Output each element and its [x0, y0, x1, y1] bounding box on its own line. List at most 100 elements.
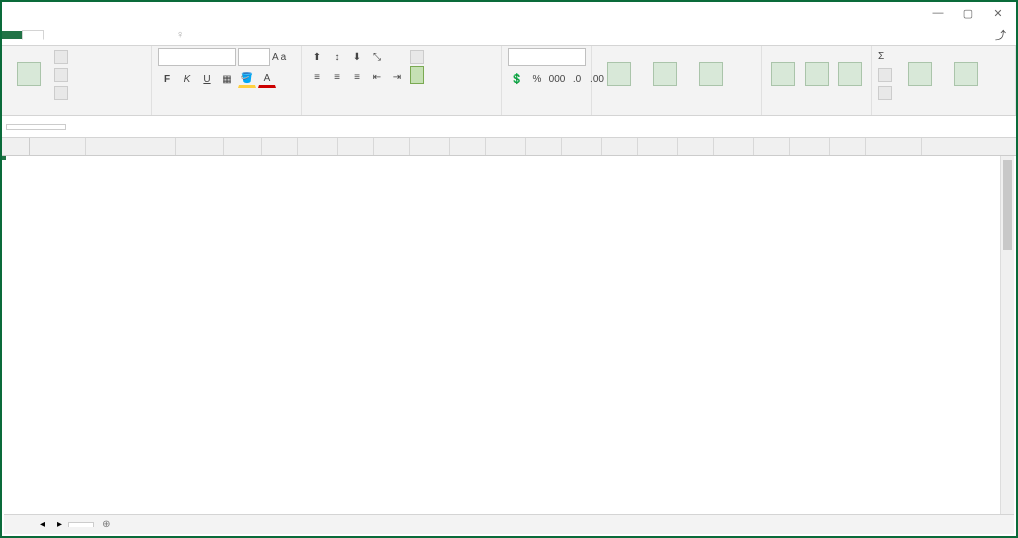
tab-formulas[interactable]: [84, 31, 104, 39]
col-header[interactable]: [562, 138, 602, 155]
delete-cells-button[interactable]: [802, 48, 832, 102]
align-right-icon[interactable]: ≡: [348, 68, 366, 86]
clear-icon: [878, 86, 892, 100]
clear-button[interactable]: [878, 84, 895, 101]
col-header[interactable]: [298, 138, 338, 155]
number-format-select[interactable]: [508, 48, 586, 66]
col-header[interactable]: [338, 138, 374, 155]
percent-icon[interactable]: %: [528, 70, 546, 88]
font-size-select[interactable]: [238, 48, 270, 66]
brush-icon: [54, 86, 68, 100]
indent-dec-icon[interactable]: ⇤: [368, 68, 386, 86]
align-left-icon[interactable]: ≡: [308, 68, 326, 86]
align-center-icon[interactable]: ≡: [328, 68, 346, 86]
col-header[interactable]: [714, 138, 754, 155]
col-header[interactable]: [450, 138, 486, 155]
tab-file[interactable]: [2, 31, 22, 39]
sort-icon: [908, 62, 932, 86]
format-cells-button[interactable]: [835, 48, 865, 102]
decrease-font-icon[interactable]: a: [281, 52, 287, 63]
vertical-scrollbar[interactable]: [1000, 156, 1014, 514]
col-header[interactable]: [86, 138, 176, 155]
tell-me[interactable]: ♀: [164, 29, 987, 41]
col-header[interactable]: [486, 138, 526, 155]
col-header[interactable]: [754, 138, 790, 155]
copy-button[interactable]: [54, 66, 71, 83]
tab-review[interactable]: [124, 31, 144, 39]
col-header[interactable]: [602, 138, 638, 155]
delete-icon: [805, 62, 829, 86]
table-format-button[interactable]: [644, 48, 686, 102]
currency-icon[interactable]: 💲: [508, 70, 526, 88]
col-header[interactable]: [374, 138, 410, 155]
col-header[interactable]: [638, 138, 678, 155]
insert-cells-button[interactable]: [768, 48, 798, 102]
col-header[interactable]: [30, 138, 86, 155]
tab-home[interactable]: [22, 30, 44, 40]
col-header[interactable]: [176, 138, 224, 155]
bold-button[interactable]: F: [158, 70, 176, 88]
cellstyle-icon: [699, 62, 723, 86]
tab-layout[interactable]: [64, 31, 84, 39]
italic-button[interactable]: K: [178, 70, 196, 88]
insert-icon: [771, 62, 795, 86]
col-header[interactable]: [866, 138, 922, 155]
col-header[interactable]: [790, 138, 830, 155]
scroll-thumb[interactable]: [1003, 160, 1012, 250]
redo-icon[interactable]: [46, 5, 62, 21]
col-header[interactable]: [830, 138, 866, 155]
tab-insert[interactable]: [44, 31, 64, 39]
sheet-nav-prev-icon[interactable]: ◂: [34, 519, 51, 530]
undo-icon[interactable]: [26, 5, 42, 21]
wrap-text-button[interactable]: [410, 48, 427, 65]
col-header[interactable]: [526, 138, 562, 155]
cond-format-button[interactable]: [598, 48, 640, 102]
formula-input[interactable]: [82, 125, 1016, 129]
fill-button[interactable]: [878, 66, 895, 83]
cut-button[interactable]: [54, 48, 71, 65]
format-painter-button[interactable]: [54, 84, 71, 101]
inc-dec-icon[interactable]: .0: [568, 70, 586, 88]
tab-data[interactable]: [104, 31, 124, 39]
share-button[interactable]: ⤴: [987, 27, 1016, 43]
align-mid-icon[interactable]: ↕: [328, 48, 346, 66]
align-top-icon[interactable]: ⬆: [308, 48, 326, 66]
maximize-icon[interactable]: ▢: [954, 4, 982, 22]
tab-view[interactable]: [144, 31, 164, 39]
font-name-select[interactable]: [158, 48, 236, 66]
increase-font-icon[interactable]: A: [272, 52, 279, 63]
sheet-tab-active[interactable]: [68, 522, 94, 527]
col-header[interactable]: [224, 138, 262, 155]
font-color-button[interactable]: A: [258, 70, 276, 88]
minimize-icon[interactable]: —: [924, 4, 952, 22]
orient-icon[interactable]: ⤡: [368, 48, 386, 66]
find-icon: [954, 62, 978, 86]
save-icon[interactable]: [6, 5, 22, 21]
wrap-icon: [410, 50, 424, 64]
sheet-tabs: ◂ ▸ ⊕: [4, 514, 1014, 534]
cut-icon: [54, 50, 68, 64]
ribbon: A a F K U ▦ 🪣 A ⬆↕⬇⤡ ≡≡≡⇤⇥: [2, 46, 1016, 116]
col-header[interactable]: [410, 138, 450, 155]
sort-filter-button[interactable]: [899, 48, 941, 102]
indent-inc-icon[interactable]: ⇥: [388, 68, 406, 86]
sheet-nav-next-icon[interactable]: ▸: [51, 519, 68, 530]
align-bot-icon[interactable]: ⬇: [348, 48, 366, 66]
close-icon[interactable]: ✕: [984, 4, 1012, 22]
border-button[interactable]: ▦: [218, 70, 236, 88]
sigma-icon: Σ: [878, 51, 884, 62]
paste-button[interactable]: [8, 48, 50, 102]
fill-icon: [878, 68, 892, 82]
fill-color-button[interactable]: 🪣: [238, 70, 256, 88]
col-header[interactable]: [262, 138, 298, 155]
comma-icon[interactable]: 000: [548, 70, 566, 88]
cell-styles-button[interactable]: [690, 48, 732, 102]
underline-button[interactable]: U: [198, 70, 216, 88]
col-header[interactable]: [678, 138, 714, 155]
find-select-button[interactable]: [945, 48, 987, 102]
select-all-corner[interactable]: [2, 138, 30, 155]
name-box[interactable]: [6, 124, 66, 130]
add-sheet-icon[interactable]: ⊕: [94, 517, 118, 532]
merge-center-button[interactable]: [410, 66, 424, 84]
autosum-button[interactable]: Σ: [878, 48, 895, 65]
